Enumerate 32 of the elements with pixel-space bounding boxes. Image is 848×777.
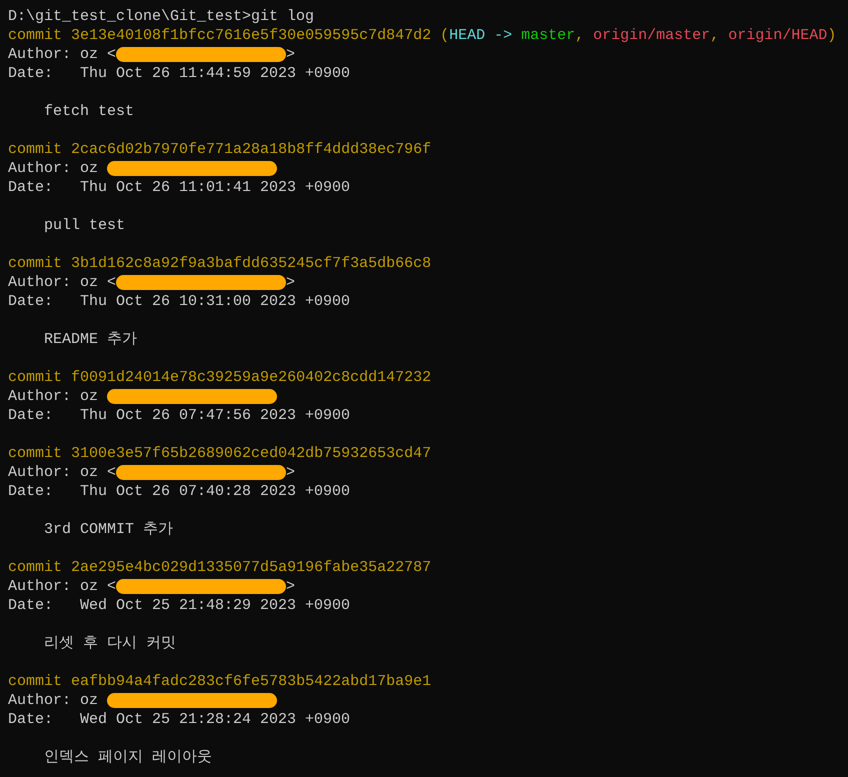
author-bracket: > [286, 577, 296, 596]
date-line: Date: Wed Oct 25 21:48:29 2023 +0900 [8, 596, 350, 615]
date-line: Date: Wed Oct 25 21:28:24 2023 +0900 [8, 710, 350, 729]
author-line: Author: oz < [8, 463, 116, 482]
date-line: Date: Thu Oct 26 07:47:56 2023 +0900 [8, 406, 350, 425]
commit-message: README 추가 [44, 330, 138, 349]
date-line: Date: Thu Oct 26 07:40:28 2023 +0900 [8, 482, 350, 501]
commit-line: commit f0091d24014e78c39259a9e260402c8cdd147232 [8, 368, 432, 387]
author-line: Author: oz < [8, 577, 116, 596]
commit-message: 리셋 후 다시 커밋 [44, 634, 176, 653]
commit-line: commit eafbb94a4fadc283cf6fe5783b5422abd17ba9e1 [8, 672, 432, 691]
commit-line: commit 3100e3e57f65b2689062ced042db75932653cd47 [8, 444, 432, 463]
command-line: D:\git_test_clone\Git_test>git log [8, 7, 314, 26]
commit-line: commit 3b1d162c8a92f9a3bafdd635245cf7f3a5db66c8 [8, 254, 432, 273]
author-line: Author: oz < [8, 273, 116, 292]
commit-message: pull test [44, 216, 126, 235]
commit-message: 인덱스 페이지 레이아웃 [44, 748, 212, 767]
author-bracket: > [286, 45, 296, 64]
commit-message: 3rd COMMIT 추가 [44, 520, 174, 539]
commit-line: commit 3e13e40108f1bfcc7616e5f30e059595c7d847d2 (HEAD -> master, origin/master, origin/HEAD) [8, 26, 836, 45]
commit-line: commit 2ae295e4bc029d1335077d5a9196fabe35a22787 [8, 558, 432, 577]
commit-message: fetch test [44, 102, 134, 121]
author-bracket: > [286, 463, 296, 482]
date-line: Date: Thu Oct 26 11:44:59 2023 +0900 [8, 64, 350, 83]
author-line: Author: oz [8, 159, 98, 178]
date-line: Date: Thu Oct 26 11:01:41 2023 +0900 [8, 178, 350, 197]
commit-line: commit 2cac6d02b7970fe771a28a18b8ff4ddd38ec796f [8, 140, 432, 159]
author-line: Author: oz [8, 691, 98, 710]
date-line: Date: Thu Oct 26 10:31:00 2023 +0900 [8, 292, 350, 311]
author-line: Author: oz [8, 387, 98, 406]
author-line: Author: oz < [8, 45, 116, 64]
author-bracket: > [286, 273, 296, 292]
